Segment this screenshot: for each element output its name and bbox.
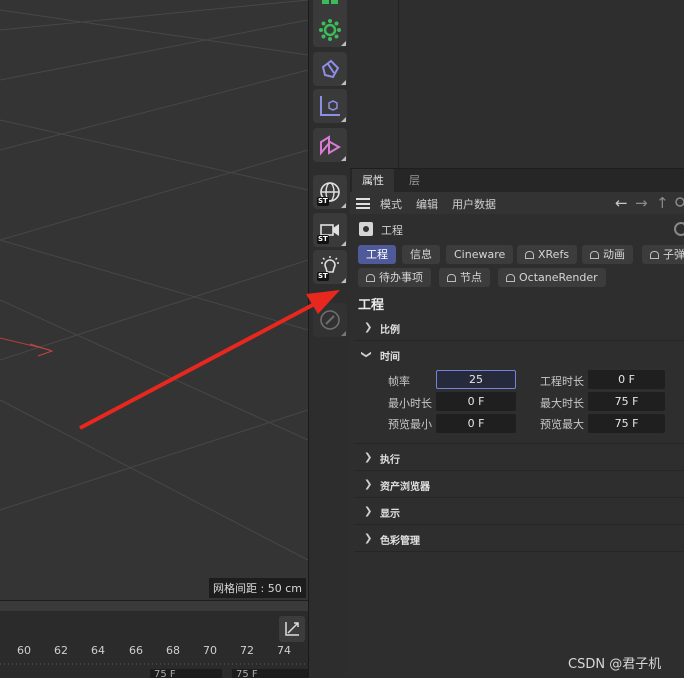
annotation-arrow bbox=[79, 290, 340, 430]
watermark-text: CSDN @君子机 bbox=[568, 657, 662, 672]
